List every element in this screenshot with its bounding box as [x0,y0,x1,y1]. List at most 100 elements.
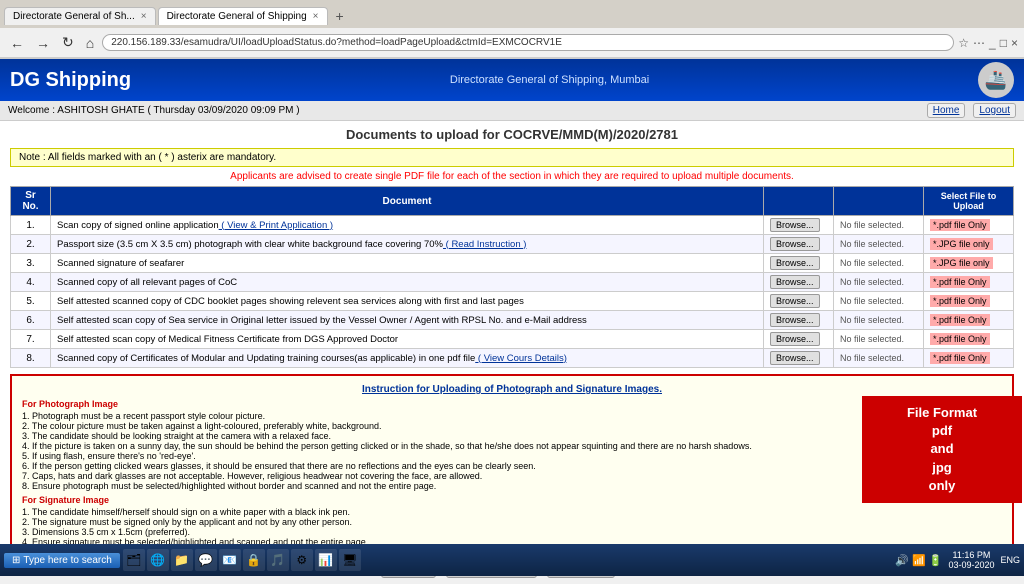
row-number: 5. [11,292,51,311]
file-type-badge: *.pdf file Only [930,333,990,345]
clock-date: 03-09-2020 [948,560,994,570]
file-type-badge: *.pdf file Only [930,219,990,231]
page-title: Documents to upload for COCRVE/MMD(M)/20… [10,127,1014,142]
browse-button[interactable]: Browse... [770,218,820,232]
no-file-cell: No file selected. [834,292,924,311]
no-file-cell: No file selected. [834,349,924,368]
tab-inactive[interactable]: Directorate General of Sh... × [4,7,156,25]
signature-instruction-item: 2. The signature must be signed only by … [22,517,1002,527]
no-file-text: No file selected. [840,239,904,249]
row-number: 8. [11,349,51,368]
tab-close-btn[interactable]: × [141,11,147,22]
table-row: 4.Scanned copy of all relevant pages of … [11,273,1014,292]
clock-time: 11:16 PM [948,550,994,560]
photo-heading: For Photograph Image [22,399,1002,409]
maximize-icon[interactable]: □ [1000,36,1007,50]
home-link[interactable]: Home [927,103,966,118]
taskbar-icon-7[interactable]: 🎵 [267,549,289,571]
taskbar-icon-10[interactable]: 🖥 [339,549,361,571]
document-link[interactable]: ( View Cours Details) [475,353,567,364]
browse-button[interactable]: Browse... [770,332,820,346]
no-file-cell: No file selected. [834,330,924,349]
document-link[interactable]: ( Read Instruction ) [443,239,526,250]
tab-label: Directorate General of Sh... [13,11,135,22]
row-document: Passport size (3.5 cm X 3.5 cm) photogra… [51,235,764,254]
taskbar-icon-5[interactable]: 📧 [219,549,241,571]
browse-button[interactable]: Browse... [770,256,820,270]
refresh-btn[interactable]: ↻ [58,32,78,53]
taskbar-icon-4[interactable]: 💬 [195,549,217,571]
taskbar-icon-6[interactable]: 🔒 [243,549,265,571]
tab-close-active-btn[interactable]: × [313,11,319,22]
format-line3: and [930,441,953,456]
no-file-cell: No file selected. [834,235,924,254]
row-number: 6. [11,311,51,330]
file-format-label: File Format pdf and jpg only [862,396,1022,503]
taskbar-icon-2[interactable]: 🌐 [147,549,169,571]
tab-bar: Directorate General of Sh... × Directora… [0,0,1024,28]
bookmark-icon[interactable]: ☆ [958,36,969,50]
nav-icons: ☆ ⋯ _ □ × [958,36,1018,50]
col-header-srno: Sr No. [11,187,51,216]
no-file-text: No file selected. [840,315,904,325]
taskbar-icon-1[interactable]: 🗂 [123,549,145,571]
file-type-badge: *.JPG file only [930,257,993,269]
file-type-cell: *.pdf file Only [924,311,1014,330]
browse-button[interactable]: Browse... [770,351,820,365]
window-close-icon[interactable]: × [1011,36,1018,50]
no-file-cell: No file selected. [834,216,924,235]
table-row: 1.Scan copy of signed online application… [11,216,1014,235]
home-nav-btn[interactable]: ⌂ [82,33,98,53]
row-document: Self attested scan copy of Sea service i… [51,311,764,330]
forward-nav-btn[interactable]: → [32,33,54,53]
welcome-bar: Welcome : ASHITOSH GHATE ( Thursday 03/0… [0,101,1024,121]
browse-button[interactable]: Browse... [770,275,820,289]
row-document: Scan copy of signed online application (… [51,216,764,235]
tab-active[interactable]: Directorate General of Shipping × [158,7,328,25]
search-label: Type here to search [23,555,111,566]
taskbar-icon-9[interactable]: 📊 [315,549,337,571]
browse-button[interactable]: Browse... [770,237,820,251]
table-row: 6.Self attested scan copy of Sea service… [11,311,1014,330]
photo-items-list: 1. Photograph must be a recent passport … [22,411,1002,491]
browse-cell: Browse... [764,311,834,330]
photo-instruction-item: 8. Ensure photograph must be selected/hi… [22,481,1002,491]
table-row: 8.Scanned copy of Certificates of Modula… [11,349,1014,368]
col-header-browse [764,187,834,216]
table-row: 2.Passport size (3.5 cm X 3.5 cm) photog… [11,235,1014,254]
file-type-badge: *.pdf file Only [930,314,990,326]
file-type-cell: *.pdf file Only [924,349,1014,368]
address-bar[interactable] [102,34,954,51]
signature-heading: For Signature Image [22,495,1002,505]
clock: 11:16 PM 03-09-2020 [948,550,994,570]
logout-link[interactable]: Logout [973,103,1016,118]
file-type-cell: *.JPG file only [924,235,1014,254]
home-logout-bar: Home Logout [927,103,1016,118]
row-number: 1. [11,216,51,235]
instructions-title[interactable]: Instruction for Uploading of Photograph … [22,384,1002,395]
taskbar-pinned-icons: 🗂 🌐 📁 💬 📧 🔒 🎵 ⚙ 📊 🖥 [123,549,361,571]
file-type-badge: *.JPG file only [930,238,993,250]
menu-icon[interactable]: ⋯ [973,36,985,50]
new-tab-button[interactable]: + [330,8,350,24]
document-link[interactable]: ( View & Print Application ) [219,220,333,231]
browse-button[interactable]: Browse... [770,313,820,327]
row-number: 3. [11,254,51,273]
start-button[interactable]: ⊞ Type here to search [4,553,120,568]
browse-button[interactable]: Browse... [770,294,820,308]
welcome-text: Welcome : ASHITOSH GHATE ( Thursday 03/0… [8,105,300,116]
row-number: 7. [11,330,51,349]
tray-icon-3: 🔋 [929,554,943,567]
taskbar-icon-8[interactable]: ⚙ [291,549,313,571]
photo-instruction-item: 1. Photograph must be a recent passport … [22,411,1002,421]
back-nav-btn[interactable]: ← [6,33,28,53]
format-line2: pdf [932,423,952,438]
taskbar-icon-3[interactable]: 📁 [171,549,193,571]
app-subtitle: Directorate General of Shipping, Mumbai [450,74,649,86]
photo-instruction-item: 2. The colour picture must be taken agai… [22,421,1002,431]
minimize-icon[interactable]: _ [989,36,996,50]
table-row: 7.Self attested scan copy of Medical Fit… [11,330,1014,349]
col-header-document: Document [51,187,764,216]
file-type-badge: *.pdf file Only [930,276,990,288]
browse-cell: Browse... [764,349,834,368]
